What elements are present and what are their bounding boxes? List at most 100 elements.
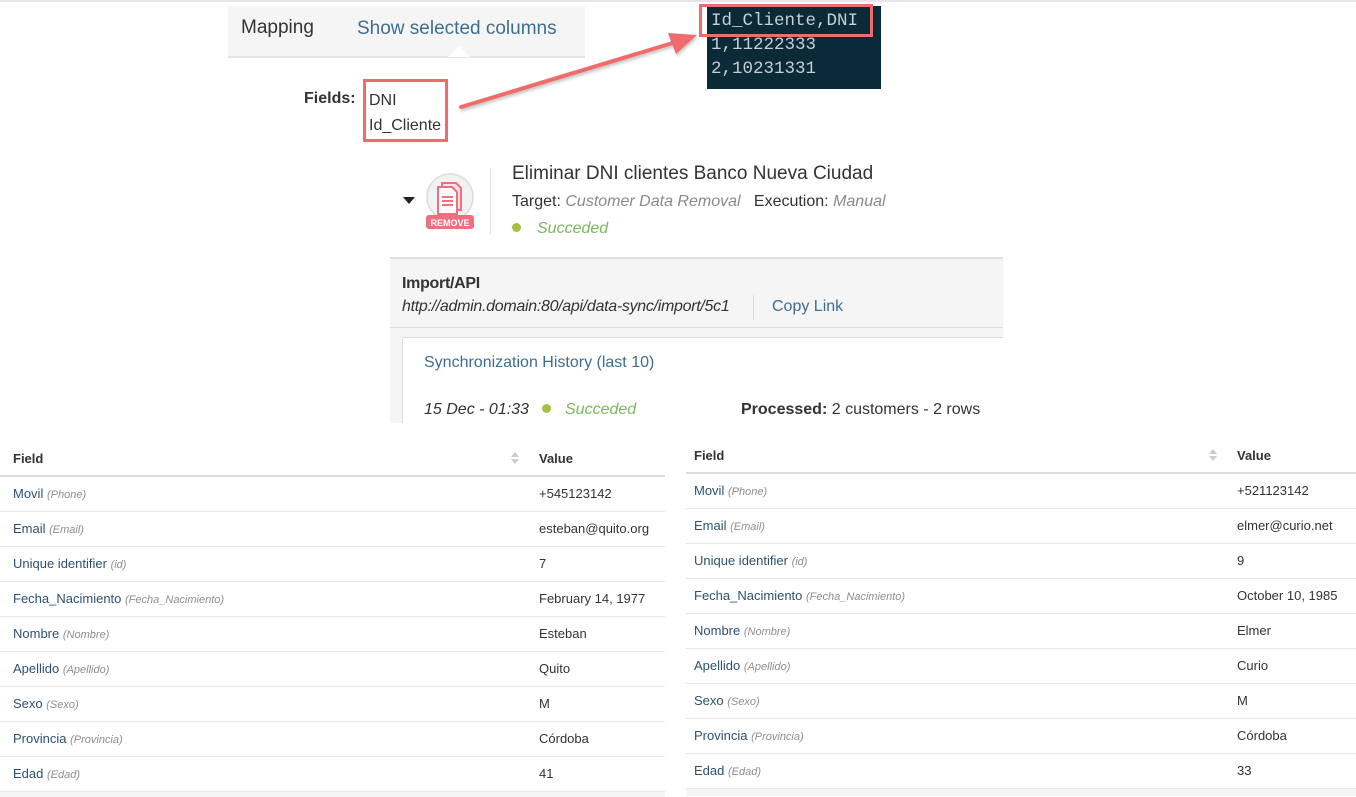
field-name[interactable]: Nombre bbox=[694, 623, 740, 638]
field-cell: Nombre (Nombre) bbox=[0, 616, 527, 652]
value-cell: Quito bbox=[527, 651, 665, 687]
table-body: Movil (Phone) +521123142 Email (Email) elme… bbox=[686, 473, 1356, 789]
sort-icon[interactable] bbox=[1209, 449, 1217, 463]
table-row: Sexo (Sexo) M bbox=[0, 686, 665, 722]
collapse-caret-icon[interactable] bbox=[403, 197, 415, 204]
sort-icon[interactable] bbox=[511, 452, 519, 466]
field-name[interactable]: Sexo bbox=[13, 696, 43, 711]
value-cell: Curio bbox=[1225, 648, 1356, 684]
processed-label: Processed: bbox=[741, 401, 828, 418]
field-name[interactable]: Provincia bbox=[13, 731, 66, 746]
table-row: Movil (Phone) +521123142 bbox=[686, 473, 1356, 509]
field-alias: (id) bbox=[791, 556, 808, 568]
value-cell: Elmer bbox=[1225, 613, 1356, 649]
execution-value: Manual bbox=[833, 193, 886, 210]
url-divider bbox=[753, 295, 754, 320]
import-api-panel: Import/API http://admin.domain:80/api/da… bbox=[390, 257, 1003, 423]
value-cell: elmer@curio.net bbox=[1225, 508, 1356, 544]
field-alias: (Email) bbox=[49, 524, 84, 536]
csv-line: 2,10231331 bbox=[711, 59, 817, 79]
field-name[interactable]: Apellido bbox=[13, 661, 59, 676]
value-cell: Esteban bbox=[527, 616, 665, 652]
table-footer bbox=[686, 788, 1356, 796]
field-cell: Sexo (Sexo) bbox=[0, 686, 527, 722]
field-name[interactable]: Sexo bbox=[694, 693, 724, 708]
value-cell: 9 bbox=[1225, 543, 1356, 579]
customer-table-left: Field Value Movil (Phone) +545123142 Email… bbox=[0, 441, 665, 797]
field-cell: Unique identifier (id) bbox=[686, 543, 1225, 579]
table-body: Movil (Phone) +545123142 Email (Email) este… bbox=[0, 476, 665, 792]
field-cell: Edad (Edad) bbox=[0, 756, 527, 792]
field-name[interactable]: Movil bbox=[13, 486, 43, 501]
table-row: Email (Email) elmer@curio.net bbox=[686, 508, 1356, 544]
value-cell: 41 bbox=[527, 756, 665, 792]
field-alias: (id) bbox=[110, 559, 127, 571]
active-tab-caret-icon bbox=[448, 46, 470, 57]
table-row: Nombre (Nombre) Elmer bbox=[686, 613, 1356, 649]
copy-link-button[interactable]: Copy Link bbox=[772, 298, 843, 316]
job-header-divider bbox=[490, 168, 491, 234]
mapping-tab-bar: Mapping Show selected columns bbox=[228, 6, 585, 58]
table-row: Edad (Edad) 41 bbox=[0, 756, 665, 792]
panel-divider bbox=[390, 327, 1003, 328]
remove-badge-label: REMOVE bbox=[430, 218, 469, 228]
column-header-field[interactable]: Field bbox=[0, 441, 527, 477]
column-header-field[interactable]: Field bbox=[686, 438, 1225, 474]
table-header-row: Field Value bbox=[0, 441, 665, 477]
column-header-value[interactable]: Value bbox=[527, 441, 665, 477]
table-row: Movil (Phone) +545123142 bbox=[0, 476, 665, 512]
fields-highlight-box bbox=[363, 79, 448, 142]
field-cell: Provincia (Provincia) bbox=[686, 718, 1225, 754]
import-api-url[interactable]: http://admin.domain:80/api/data-sync/imp… bbox=[402, 298, 746, 316]
top-divider bbox=[0, 0, 1356, 2]
job-status: Succeded bbox=[512, 220, 608, 238]
column-header-value[interactable]: Value bbox=[1225, 438, 1356, 474]
value-cell: +521123142 bbox=[1225, 473, 1356, 509]
field-name[interactable]: Email bbox=[694, 518, 727, 533]
value-cell: Córdoba bbox=[1225, 718, 1356, 754]
field-name[interactable]: Unique identifier bbox=[694, 553, 788, 568]
value-cell: +545123142 bbox=[527, 476, 665, 512]
value-cell: Córdoba bbox=[527, 721, 665, 757]
field-cell: Email (Email) bbox=[686, 508, 1225, 544]
sync-entry-status-text: Succeded bbox=[565, 401, 637, 418]
processed-value: 2 customers - 2 rows bbox=[831, 401, 981, 418]
field-alias: (Provincia) bbox=[70, 734, 123, 746]
field-name[interactable]: Nombre bbox=[13, 626, 59, 641]
status-dot-icon bbox=[542, 404, 551, 413]
remove-document-icon: REMOVE bbox=[426, 173, 474, 229]
field-cell: Sexo (Sexo) bbox=[686, 683, 1225, 719]
field-alias: (Sexo) bbox=[727, 696, 760, 708]
tab-mapping[interactable]: Mapping bbox=[241, 17, 314, 39]
field-name[interactable]: Apellido bbox=[694, 658, 740, 673]
sync-entry-date: 15 Dec - 01:33 bbox=[424, 401, 529, 418]
field-cell: Fecha_Nacimiento (Fecha_Nacimiento) bbox=[686, 578, 1225, 614]
field-name[interactable]: Edad bbox=[13, 766, 43, 781]
tab-show-selected-columns[interactable]: Show selected columns bbox=[357, 18, 557, 40]
field-name[interactable]: Email bbox=[13, 521, 46, 536]
field-name[interactable]: Fecha_Nacimiento bbox=[694, 588, 802, 603]
field-name[interactable]: Unique identifier bbox=[13, 556, 107, 571]
job-meta: Target: Customer Data Removal Execution:… bbox=[512, 193, 886, 211]
table-header-row: Field Value bbox=[686, 438, 1356, 474]
field-name[interactable]: Provincia bbox=[694, 728, 747, 743]
field-name[interactable]: Fecha_Nacimiento bbox=[13, 591, 121, 606]
csv-header-highlight-box bbox=[699, 4, 873, 37]
table-row: Provincia (Provincia) Córdoba bbox=[686, 718, 1356, 754]
field-name[interactable]: Edad bbox=[694, 763, 724, 778]
table-row: Unique identifier (id) 9 bbox=[686, 543, 1356, 579]
target-label: Target: bbox=[512, 193, 561, 210]
sync-history-title[interactable]: Synchronization History (last 10) bbox=[424, 354, 654, 372]
field-alias: (Edad) bbox=[728, 766, 762, 778]
value-cell: 7 bbox=[527, 546, 665, 582]
field-alias: (Phone) bbox=[46, 489, 87, 502]
field-alias: (Fecha_Nacimiento) bbox=[125, 594, 225, 606]
field-alias: (Provincia) bbox=[751, 731, 804, 743]
field-cell: Movil (Phone) bbox=[0, 476, 527, 512]
value-cell: esteban@quito.org bbox=[527, 511, 665, 547]
table-row: Fecha_Nacimiento (Fecha_Nacimiento) Febru… bbox=[0, 581, 665, 617]
target-value: Customer Data Removal bbox=[565, 193, 741, 210]
field-alias: (Apellido) bbox=[62, 664, 110, 676]
field-cell: Movil (Phone) bbox=[686, 473, 1225, 509]
field-name[interactable]: Movil bbox=[694, 483, 724, 498]
